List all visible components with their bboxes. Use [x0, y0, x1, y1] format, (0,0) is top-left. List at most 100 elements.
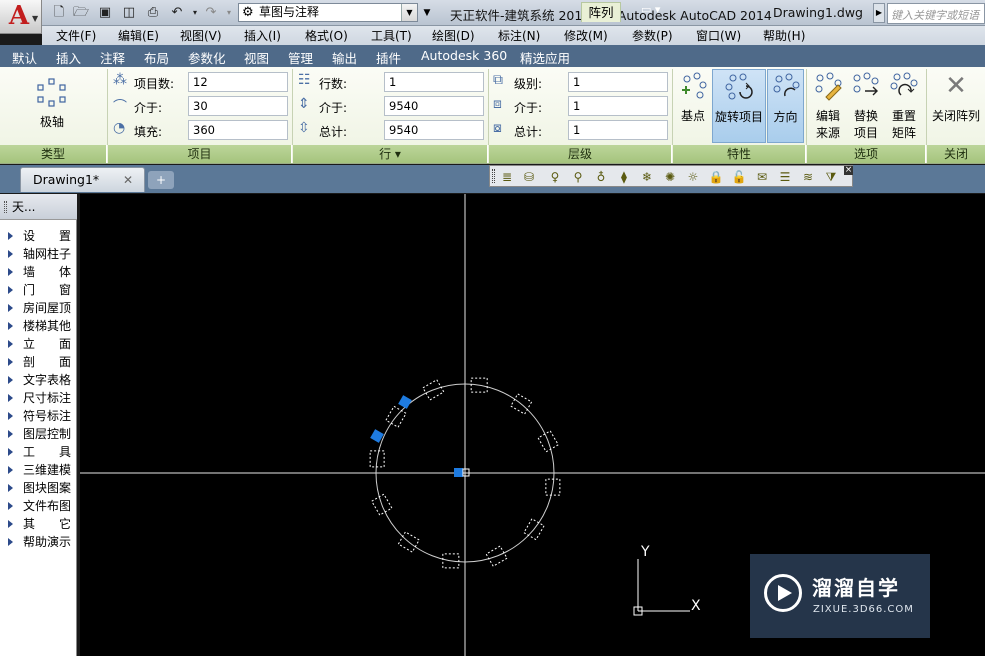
close-icon[interactable]: ✕ — [123, 168, 133, 192]
palette-item-section[interactable]: 剖 面 — [0, 353, 76, 371]
tab-layout[interactable]: 布局 — [144, 48, 169, 67]
palette-item-door-window[interactable]: 门 窗 — [0, 281, 76, 299]
palette-header[interactable]: 天... — [0, 194, 77, 220]
palette-item-layer-control[interactable]: 图层控制 — [0, 425, 76, 443]
toolbar-grip[interactable] — [492, 169, 495, 183]
layer-merge-icon[interactable]: ☰ — [776, 168, 794, 186]
palette-item-elevation[interactable]: 立 面 — [0, 335, 76, 353]
tab-featured-apps[interactable]: 精选应用 — [520, 48, 570, 67]
layer-match-icon[interactable]: ⧫ — [615, 168, 633, 186]
tab-array[interactable]: 阵列 — [581, 2, 621, 22]
base-point-icon — [678, 71, 708, 101]
tab-default[interactable]: 默认 — [12, 48, 37, 67]
palette-item-room-roof[interactable]: 房间屋顶 — [0, 299, 76, 317]
lock-icon[interactable]: 🔒 — [707, 168, 725, 186]
layer-state-icon[interactable]: ⛁ — [520, 168, 538, 186]
menu-dimension[interactable]: 标注(N) — [498, 27, 540, 44]
items-count-field[interactable]: 12 — [188, 72, 288, 92]
rows-panel-footer[interactable]: 行 ▾ — [293, 145, 488, 163]
save-icon[interactable]: ▣ — [96, 4, 114, 22]
menu-format[interactable]: 格式(O) — [305, 27, 348, 44]
close-array-button[interactable]: ✕ 关闭阵列 — [928, 69, 984, 143]
layer-properties-icon[interactable]: ≣ — [498, 168, 516, 186]
palette-item-settings[interactable]: 设 置 — [0, 227, 76, 245]
tab-output[interactable]: 输出 — [332, 48, 357, 67]
items-between-field[interactable]: 30 — [188, 96, 288, 116]
palette-item-text-table[interactable]: 文字表格 — [0, 371, 76, 389]
menu-tools[interactable]: 工具(T) — [371, 27, 412, 44]
redo-icon[interactable]: ↷ — [202, 4, 220, 22]
close-icon[interactable]: × — [844, 166, 853, 175]
palette-item-blocks-patterns[interactable]: 图块图案 — [0, 479, 76, 497]
rows-field[interactable]: 1 — [384, 72, 484, 92]
items-fill-field[interactable]: 360 — [188, 120, 288, 140]
unlock-icon[interactable]: 🔓 — [730, 168, 748, 186]
application-menu-button[interactable]: A ▼ — [0, 0, 42, 34]
menu-insert[interactable]: 插入(I) — [244, 27, 281, 44]
palette-grip[interactable] — [4, 201, 7, 213]
menu-window[interactable]: 窗口(W) — [696, 27, 741, 44]
palette-item-symbol[interactable]: 符号标注 — [0, 407, 76, 425]
selected-grip[interactable] — [398, 395, 412, 409]
freeze-icon[interactable]: ❄ — [638, 168, 656, 186]
document-tab[interactable]: Drawing1* ✕ — [20, 167, 145, 192]
tab-view[interactable]: 视图 — [244, 48, 269, 67]
save-as-icon[interactable]: ◫ — [120, 4, 138, 22]
palette-item-dimension[interactable]: 尺寸标注 — [0, 389, 76, 407]
replace-item-button[interactable]: 替换 项目 — [848, 69, 884, 143]
tab-autodesk-360[interactable]: Autodesk 360 — [421, 48, 507, 63]
layer-isolate-icon[interactable]: ⚲ — [569, 168, 587, 186]
sun-icon[interactable]: ☼ — [684, 168, 702, 186]
tab-manage[interactable]: 管理 — [288, 48, 313, 67]
new-file-icon[interactable]: 🗋 — [50, 4, 68, 22]
layer-walk-icon[interactable]: ✉ — [753, 168, 771, 186]
undo-icon[interactable]: ↶ — [168, 4, 186, 22]
rows-total-field[interactable]: 9540 — [384, 120, 484, 140]
menu-modify[interactable]: 修改(M) — [564, 27, 608, 44]
menu-file[interactable]: 文件(F) — [56, 27, 96, 44]
menu-help[interactable]: 帮助(H) — [763, 27, 805, 44]
layer-thaw-icon[interactable]: ✺ — [661, 168, 679, 186]
palette-item-tools[interactable]: 工 具 — [0, 443, 76, 461]
layer-on-icon[interactable]: ♀ — [546, 168, 564, 186]
layer-delete-icon[interactable]: ≋ — [799, 168, 817, 186]
rotate-items-button[interactable]: 旋转项目 — [712, 69, 766, 143]
menu-draw[interactable]: 绘图(D) — [432, 27, 475, 44]
menu-edit[interactable]: 编辑(E) — [118, 27, 159, 44]
palette-item-wall[interactable]: 墙 体 — [0, 263, 76, 281]
palette-item-stairs[interactable]: 楼梯其他 — [0, 317, 76, 335]
rows-between-field[interactable]: 9540 — [384, 96, 484, 116]
redo-dropdown-icon[interactable]: ▾ — [220, 4, 238, 22]
search-input[interactable]: 键入关键字或短语 — [887, 3, 985, 24]
palette-item-axis-column[interactable]: 轴网柱子 — [0, 245, 76, 263]
reset-matrix-button[interactable]: 重置 矩阵 — [886, 69, 922, 143]
chevron-right-icon[interactable]: ▶ — [873, 3, 885, 23]
tab-annotate[interactable]: 注释 — [100, 48, 125, 67]
open-file-icon[interactable]: 🗁 — [72, 4, 90, 22]
levels-between-field[interactable]: 1 — [568, 96, 668, 116]
tab-plugins[interactable]: 插件 — [376, 48, 401, 67]
edit-source-button[interactable]: 编辑 来源 — [810, 69, 846, 143]
palette-item-help-demo[interactable]: 帮助演示 — [0, 533, 76, 551]
palette-item-other[interactable]: 其 它 — [0, 515, 76, 533]
angle-between-icon: ⌒ — [113, 99, 127, 115]
quick-access-customize-icon[interactable]: ▼ — [421, 4, 433, 22]
light-bulb-icon[interactable]: ♁ — [592, 168, 610, 186]
layer-change-icon[interactable]: ⧩ — [822, 168, 840, 186]
menu-parametric[interactable]: 参数(P) — [632, 27, 673, 44]
menu-view[interactable]: 视图(V) — [180, 27, 222, 44]
palette-item-file-layout[interactable]: 文件布图 — [0, 497, 76, 515]
polar-button[interactable]: 极轴 — [26, 114, 78, 131]
workspace-select[interactable]: ⚙ 草图与注释 ▼ — [238, 3, 418, 22]
levels-field[interactable]: 1 — [568, 72, 668, 92]
levels-total-field[interactable]: 1 — [568, 120, 668, 140]
base-point-button[interactable]: 基点 — [674, 69, 712, 143]
tab-insert[interactable]: 插入 — [56, 48, 81, 67]
tab-parametric[interactable]: 参数化 — [188, 48, 226, 67]
direction-button[interactable]: 方向 — [767, 69, 804, 143]
new-document-tab-button[interactable]: + — [148, 171, 174, 189]
print-icon[interactable]: ⎙ — [144, 4, 162, 22]
ribbon-options-icon[interactable]: ▭ ▾ — [641, 3, 660, 16]
center-grip[interactable] — [454, 468, 463, 477]
palette-item-3d-modeling[interactable]: 三维建模 — [0, 461, 76, 479]
